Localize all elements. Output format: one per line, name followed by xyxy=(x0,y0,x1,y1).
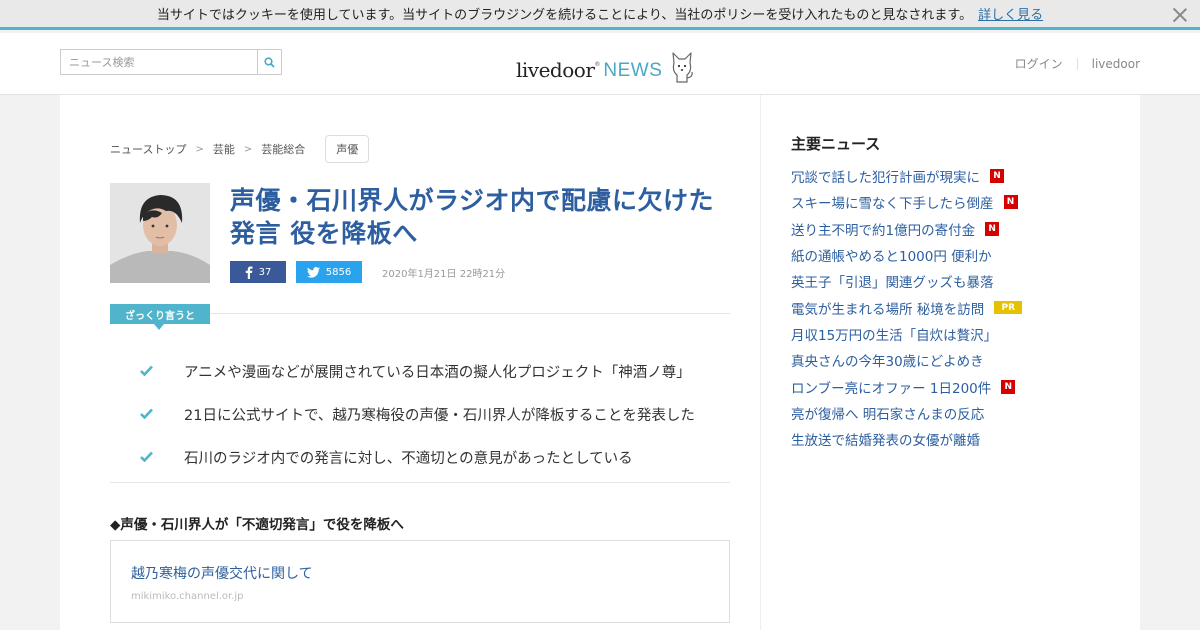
breadcrumb-separator: > xyxy=(195,143,204,155)
news-item-label[interactable]: スキー場に雪なく下手したら倒産 xyxy=(791,192,994,212)
related-link-title[interactable]: 越乃寒梅の声優交代に関して xyxy=(131,563,313,583)
news-item[interactable]: 生放送で結婚発表の女優が離婚 xyxy=(791,426,1022,452)
related-link-card[interactable]: 越乃寒梅の声優交代に関して mikimiko.channel.or.jp xyxy=(110,540,730,623)
twitter-icon xyxy=(306,266,320,278)
summary-text: 石川のラジオ内での発言に対し、不適切との意見があったとしている xyxy=(184,451,633,467)
news-item-label[interactable]: 亮が復帰へ 明石家さんまの反応 xyxy=(791,403,984,423)
summary-list: アニメや漫画などが展開されている日本酒の擬人化プロジェクト「神酒ノ尊」 21日に… xyxy=(140,350,740,479)
breadcrumb-separator: > xyxy=(243,143,253,155)
breadcrumb-item-top[interactable]: ニューストップ xyxy=(110,141,186,157)
site-logo[interactable]: livedoor ® NEWS xyxy=(516,46,696,83)
sidebar-heading: 主要ニュース xyxy=(791,135,881,153)
cookie-banner: 当サイトではクッキーを使用しています。当サイトのブラウジングを続けることにより、… xyxy=(0,0,1200,30)
cookie-message: 当サイトではクッキーを使用しています。当サイトのブラウジングを続けることにより、… xyxy=(156,8,973,23)
divider xyxy=(210,313,730,314)
logo-news: NEWS xyxy=(603,60,663,81)
new-badge: N xyxy=(990,169,1004,184)
news-item[interactable]: 月収15万円の生活「自炊は贅沢」 xyxy=(791,321,1022,347)
breadcrumb-item-entertainment[interactable]: 芸能 xyxy=(213,141,235,157)
check-icon xyxy=(140,407,184,423)
news-item[interactable]: 電気が生まれる場所 秘境を訪問 PR xyxy=(791,294,1023,320)
related-link-source: mikimiko.channel.or.jp xyxy=(131,591,244,602)
logo-livedoor: livedoor xyxy=(516,58,595,82)
breadcrumb: ニューストップ > 芸能 > 芸能総合 声優 xyxy=(110,135,370,163)
article-date: 2020年1月21日 22時21分 xyxy=(382,269,506,280)
header-links: ログイン livedoor xyxy=(1015,55,1140,72)
logo-registered-mark: ® xyxy=(594,61,601,68)
twitter-share-button[interactable]: 5856 xyxy=(296,261,362,283)
summary-text: 21日に公式サイトで、越乃寒梅役の声優・石川界人が降板することを発表した xyxy=(184,408,695,424)
facebook-share-button[interactable]: 37 xyxy=(230,261,286,283)
cookie-details-link[interactable]: 詳しく見る xyxy=(978,4,1043,23)
pr-badge: PR xyxy=(994,301,1023,315)
livedoor-link[interactable]: livedoor xyxy=(1092,57,1140,71)
category-tag[interactable]: 声優 xyxy=(325,135,370,163)
news-item[interactable]: 冗談で話した犯行計画が現実に N xyxy=(791,163,1022,189)
top-news-list: 冗談で話した犯行計画が現実に N スキー場に雪なく下手したら倒産 N 送り主不明で約… xyxy=(791,163,1023,452)
divider xyxy=(110,482,730,483)
twitter-share-count: 5856 xyxy=(325,266,352,278)
news-item[interactable]: スキー場に雪なく下手したら倒産 N xyxy=(791,189,1022,215)
news-item[interactable]: 送り主不明で約1億円の寄付金 N xyxy=(791,216,1022,242)
news-item-label[interactable]: 紙の通帳やめると1000円 便利か xyxy=(791,245,992,265)
summary-item: アニメや漫画などが展開されている日本酒の擬人化プロジェクト「神酒ノ尊」 xyxy=(140,350,740,393)
news-item[interactable]: 英王子「引退」関連グッズも暴落 xyxy=(791,268,1022,294)
news-item[interactable]: ロンブー亮にオファー 1日200件 N xyxy=(791,373,1022,399)
news-item-label[interactable]: 電気が生まれる場所 秘境を訪問 xyxy=(791,298,984,318)
facebook-share-count: 37 xyxy=(258,266,272,278)
search-input[interactable] xyxy=(61,50,257,74)
news-item-label[interactable]: ロンブー亮にオファー 1日200件 xyxy=(791,377,991,397)
summary-item: 21日に公式サイトで、越乃寒梅役の声優・石川界人が降板することを発表した xyxy=(140,393,740,436)
news-item[interactable]: 真央さんの今年30歳にどよめき xyxy=(791,347,1022,373)
facebook-icon xyxy=(245,266,253,279)
article-title: 声優・石川界人がラジオ内で配慮に欠けた発言 役を降板へ xyxy=(230,186,715,248)
site-header: livedoor ® NEWS ログイン livedoor xyxy=(0,33,1200,95)
search-icon xyxy=(264,56,275,68)
dog-mascot-icon xyxy=(672,52,694,83)
divider xyxy=(1076,57,1078,70)
news-item-label[interactable]: 英王子「引退」関連グッズも暴落 xyxy=(791,271,994,291)
close-icon[interactable] xyxy=(1172,7,1188,23)
login-link[interactable]: ログイン xyxy=(1015,55,1063,72)
sidebar: 主要ニュース 冗談で話した犯行計画が現実に N スキー場に雪なく下手したら倒産 N … xyxy=(760,95,1140,630)
news-item-label[interactable]: 月収15万円の生活「自炊は贅沢」 xyxy=(791,324,997,344)
new-badge: N xyxy=(1003,195,1018,210)
article-thumbnail[interactable] xyxy=(110,183,210,283)
news-item-label[interactable]: 冗談で話した犯行計画が現実に xyxy=(791,166,980,186)
summary-item: 石川のラジオ内での発言に対し、不適切との意見があったとしている xyxy=(140,436,740,479)
search-button[interactable] xyxy=(257,50,281,74)
summary-label: ざっくり言うと xyxy=(110,304,210,330)
search-box xyxy=(60,49,282,75)
article-subheading: ◆声優・石川界人が「不適切発言」で役を降板へ xyxy=(110,517,404,533)
news-item-label[interactable]: 生放送で結婚発表の女優が離婚 xyxy=(791,429,980,449)
news-item[interactable]: 紙の通帳やめると1000円 便利か xyxy=(791,242,1022,268)
news-item-label[interactable]: 真央さんの今年30歳にどよめき xyxy=(791,350,984,370)
article-main: ニューストップ > 芸能 > 芸能総合 声優 声優・石川界人がラジオ内で配慮に欠… xyxy=(60,95,760,630)
check-icon xyxy=(140,450,184,466)
news-item[interactable]: 亮が復帰へ 明石家さんまの反応 xyxy=(791,400,1022,426)
person-photo xyxy=(110,183,210,283)
breadcrumb-item-entertainment-general[interactable]: 芸能総合 xyxy=(261,141,305,157)
new-badge: N xyxy=(1001,379,1016,394)
summary-text: アニメや漫画などが展開されている日本酒の擬人化プロジェクト「神酒ノ尊」 xyxy=(184,365,691,381)
check-icon xyxy=(140,364,184,380)
news-item-label[interactable]: 送り主不明で約1億円の寄付金 xyxy=(791,219,975,239)
new-badge: N xyxy=(985,221,1000,236)
